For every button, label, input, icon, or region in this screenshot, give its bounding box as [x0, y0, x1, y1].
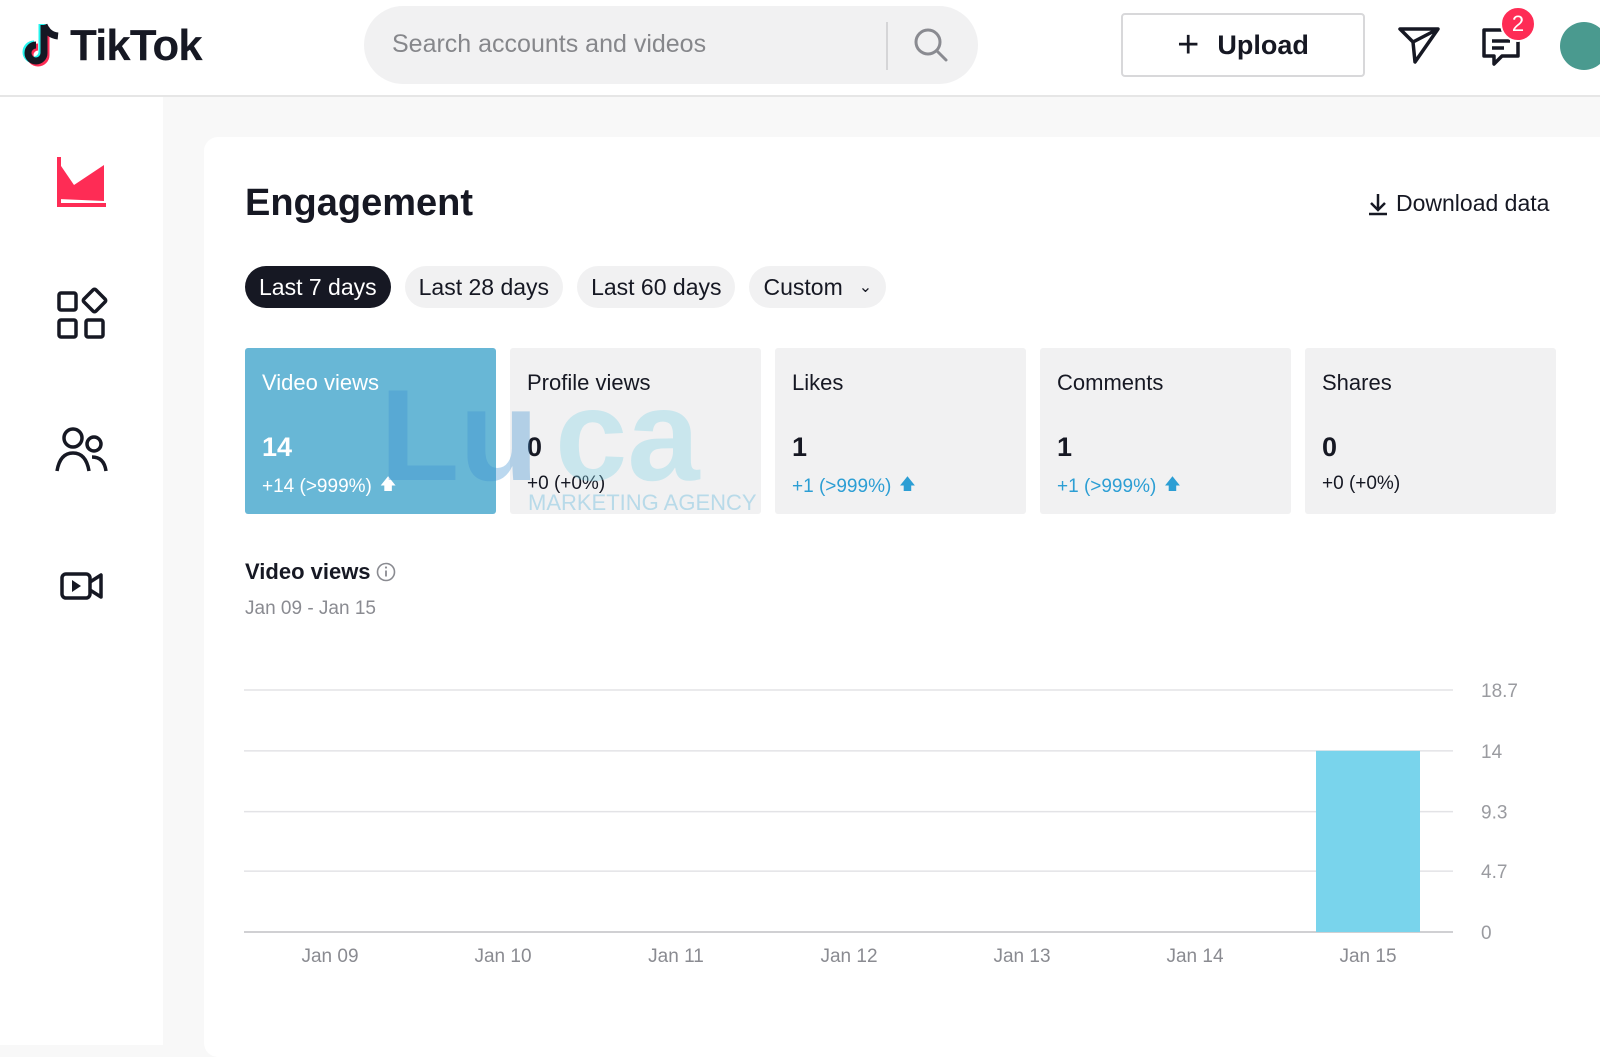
y-tick-label: 18.7 — [1481, 681, 1518, 702]
logo-text: TikTok — [70, 21, 203, 70]
grid-shapes-icon[interactable] — [50, 284, 112, 346]
metric-video-views[interactable]: Video views 14 +14 (>999%) 🡅 — [245, 348, 496, 514]
x-tick-label: Jan 13 — [993, 946, 1050, 967]
page-title: Engagement — [245, 182, 474, 224]
sidebar — [0, 97, 163, 1045]
chart-date-range: Jan 09 - Jan 15 — [245, 598, 376, 619]
users-icon[interactable] — [50, 419, 112, 481]
plus-icon: + — [1177, 24, 1200, 66]
metric-change-text: +0 (+0%) — [1322, 473, 1401, 494]
search-divider — [886, 22, 888, 70]
search-icon[interactable] — [909, 23, 953, 67]
download-icon — [1369, 193, 1387, 215]
chart-title: Video views — [245, 559, 397, 585]
chevron-down-icon: ⌄ — [858, 279, 873, 296]
chart-area-icon[interactable] — [50, 149, 112, 211]
metric-change: +1 (>999%) 🡅 — [792, 473, 916, 500]
arrow-up-icon: 🡅 — [899, 476, 916, 493]
metric-value: 1 — [1057, 432, 1073, 462]
metric-label: Video views — [262, 370, 379, 395]
metric-value: 0 — [527, 432, 543, 462]
avatar[interactable] — [1560, 22, 1600, 70]
metric-likes[interactable]: Likes 1 +1 (>999%) 🡅 — [775, 348, 1026, 514]
arrow-up-icon: 🡅 — [379, 476, 397, 493]
metric-profile-views[interactable]: Profile views 0 +0 (+0%) — [510, 348, 761, 514]
search-bar[interactable]: Search accounts and videos — [364, 6, 978, 84]
x-tick-label: Jan 14 — [1166, 946, 1223, 967]
upload-label: Upload — [1217, 29, 1309, 60]
metric-change-text: +14 (>999%) — [262, 475, 372, 497]
y-tick-label: 0 — [1481, 923, 1492, 944]
download-label: Download data — [1396, 190, 1550, 216]
metric-change: +14 (>999%) 🡅 — [262, 473, 396, 500]
metric-label: Profile views — [527, 370, 651, 395]
metric-label: Shares — [1322, 370, 1392, 395]
filter-last-7-days[interactable]: Last 7 days — [245, 266, 391, 308]
tiktok-logo[interactable]: TikTok — [20, 18, 203, 74]
tiktok-note-icon — [22, 23, 59, 67]
video-views-bar-chart: 0 4.7 9.3 14 18.7 Jan 09 Jan 10 Jan 11 Jan 12 Jan… — [244, 681, 1518, 967]
metric-cards: Video views 14 +14 (>999%) 🡅 Profile view… — [245, 348, 1556, 514]
download-data-button[interactable]: Download data — [1366, 190, 1549, 217]
x-tick-label: Jan 10 — [474, 946, 531, 967]
notification-badge: 2 — [1500, 6, 1536, 42]
filter-label: Last 7 days — [259, 273, 377, 300]
video-camera-icon[interactable] — [50, 555, 112, 617]
x-tick-label: Jan 12 — [820, 946, 877, 967]
y-tick-label: 14 — [1481, 742, 1503, 763]
metric-change-text: +1 (>999%) — [792, 475, 892, 497]
metric-change: +0 (+0%) — [1322, 473, 1400, 495]
filter-label: Last 28 days — [418, 273, 550, 300]
bar[interactable] — [1316, 750, 1420, 932]
chart-title-text: Video views — [245, 559, 371, 584]
filter-label: Custom — [763, 273, 843, 300]
metric-change: +0 (+0%) — [527, 473, 605, 495]
x-tick-label: Jan 09 — [301, 946, 358, 967]
filter-last-28-days[interactable]: Last 28 days — [404, 266, 564, 308]
send-icon[interactable] — [1395, 20, 1443, 68]
arrow-up-icon: 🡅 — [1164, 476, 1181, 493]
metric-value: 14 — [262, 432, 293, 462]
date-range-filters: Last 7 days Last 28 days Last 60 days Cu… — [245, 266, 887, 308]
metric-change: +1 (>999%) 🡅 — [1057, 473, 1181, 500]
metric-change-text: +1 (>999%) — [1057, 475, 1157, 497]
metric-value: 0 — [1322, 432, 1338, 462]
x-tick-label: Jan 11 — [648, 946, 704, 967]
metric-value: 1 — [792, 432, 808, 462]
metric-comments[interactable]: Comments 1 +1 (>999%) 🡅 — [1040, 348, 1291, 514]
y-tick-label: 4.7 — [1481, 862, 1507, 883]
metric-label: Likes — [792, 370, 844, 395]
search-input[interactable]: Search accounts and videos — [392, 30, 706, 59]
filter-label: Last 60 days — [591, 273, 722, 300]
metric-shares[interactable]: Shares 0 +0 (+0%) — [1305, 348, 1556, 514]
filter-last-60-days[interactable]: Last 60 days — [577, 266, 736, 308]
info-icon[interactable] — [375, 561, 397, 583]
metric-label: Comments — [1057, 370, 1164, 395]
metric-change-text: +0 (+0%) — [527, 473, 606, 494]
top-header: TikTok Search accounts and videos + Uplo… — [0, 0, 1600, 97]
filter-custom[interactable]: Custom ⌄ — [749, 266, 887, 308]
x-tick-label: Jan 15 — [1339, 946, 1396, 967]
upload-button[interactable]: + Upload — [1121, 13, 1365, 77]
y-tick-label: 9.3 — [1481, 803, 1507, 824]
